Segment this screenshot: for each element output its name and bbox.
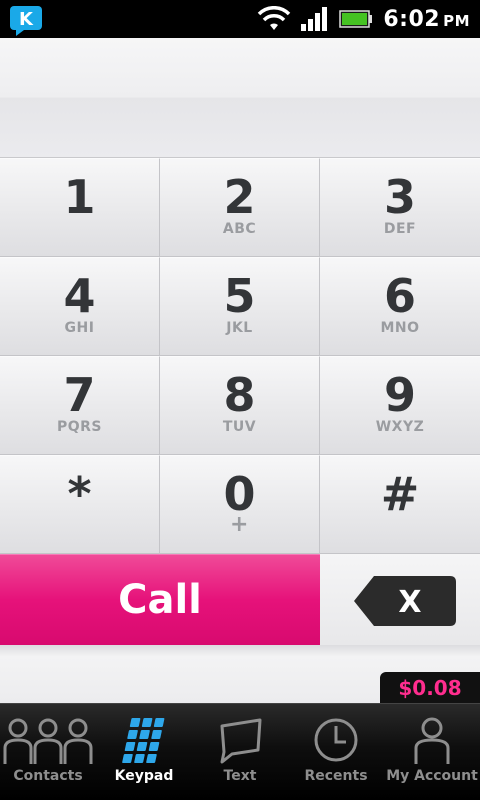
key-letters: JKL <box>226 320 253 336</box>
dial-keypad: 1 2 ABC 3 DEF 4 GHI 5 JKL 6 MNO 7 PQRS 8… <box>0 158 480 554</box>
app-logo-icon: K <box>10 6 42 36</box>
signal-icon <box>301 7 328 31</box>
number-display[interactable] <box>0 38 480 158</box>
tab-keypad[interactable]: Keypad <box>96 704 192 800</box>
tab-label: My Account <box>386 768 478 784</box>
key-7[interactable]: 7 PQRS <box>0 356 160 455</box>
backspace-symbol: X <box>398 585 421 620</box>
key-8[interactable]: 8 TUV <box>160 356 320 455</box>
key-digit: 1 <box>63 170 96 224</box>
key-digit: 7 <box>63 368 96 422</box>
key-digit: 2 <box>223 170 256 224</box>
text-icon <box>220 718 262 764</box>
dialed-number <box>20 68 460 128</box>
call-button[interactable]: Call <box>0 554 320 645</box>
tab-label: Keypad <box>114 768 174 784</box>
key-star[interactable]: * <box>0 455 160 554</box>
status-clock: 6:02 PM <box>383 7 470 32</box>
key-digit: 9 <box>383 368 416 422</box>
backspace-icon: X <box>354 576 456 626</box>
key-9[interactable]: 9 WXYZ <box>320 356 480 455</box>
key-digit: 8 <box>223 368 256 422</box>
key-3[interactable]: 3 DEF <box>320 158 480 257</box>
key-letters: WXYZ <box>375 419 425 435</box>
key-digit: 3 <box>383 170 416 224</box>
status-bar: K 6:02 PM <box>0 0 480 38</box>
call-row: Call X <box>0 554 480 645</box>
key-2[interactable]: 2 ABC <box>160 158 320 257</box>
key-letters: + <box>230 512 249 537</box>
tab-my-account[interactable]: My Account <box>384 704 480 800</box>
person-icon <box>414 717 450 764</box>
tab-label: Recents <box>304 768 368 784</box>
key-0[interactable]: 0 + <box>160 455 320 554</box>
key-letters: GHI <box>64 320 95 336</box>
balance-strip: $0.08 <box>0 645 480 704</box>
battery-icon <box>339 10 373 28</box>
key-digit: 4 <box>63 269 96 323</box>
key-digit: * <box>67 467 92 521</box>
clock-ampm: PM <box>443 11 470 30</box>
key-letters: MNO <box>380 320 420 336</box>
key-4[interactable]: 4 GHI <box>0 257 160 356</box>
key-hash[interactable]: # <box>320 455 480 554</box>
balance-badge: $0.08 <box>380 672 480 704</box>
wifi-icon <box>258 6 291 30</box>
key-letters: PQRS <box>56 419 103 435</box>
tab-contacts[interactable]: Contacts <box>0 704 96 800</box>
key-letters: TUV <box>222 419 257 435</box>
clock-time: 6:02 <box>383 6 441 32</box>
key-6[interactable]: 6 MNO <box>320 257 480 356</box>
bottom-tab-bar: Contacts Keypad Text Recents My Account <box>0 703 480 800</box>
clock-icon <box>314 718 358 762</box>
keypad-icon <box>122 718 165 763</box>
key-digit: 5 <box>223 269 256 323</box>
key-letters: ABC <box>222 221 257 237</box>
key-digit: # <box>380 467 420 521</box>
key-letters: DEF <box>383 221 417 237</box>
contacts-icon <box>3 718 93 764</box>
svg-text:K: K <box>19 9 34 30</box>
key-1[interactable]: 1 <box>0 158 160 257</box>
backspace-button[interactable]: X <box>320 554 480 645</box>
tab-recents[interactable]: Recents <box>288 704 384 800</box>
tab-label: Contacts <box>13 768 83 784</box>
key-digit: 6 <box>383 269 416 323</box>
tab-label: Text <box>223 768 257 784</box>
key-5[interactable]: 5 JKL <box>160 257 320 356</box>
tab-text[interactable]: Text <box>192 704 288 800</box>
